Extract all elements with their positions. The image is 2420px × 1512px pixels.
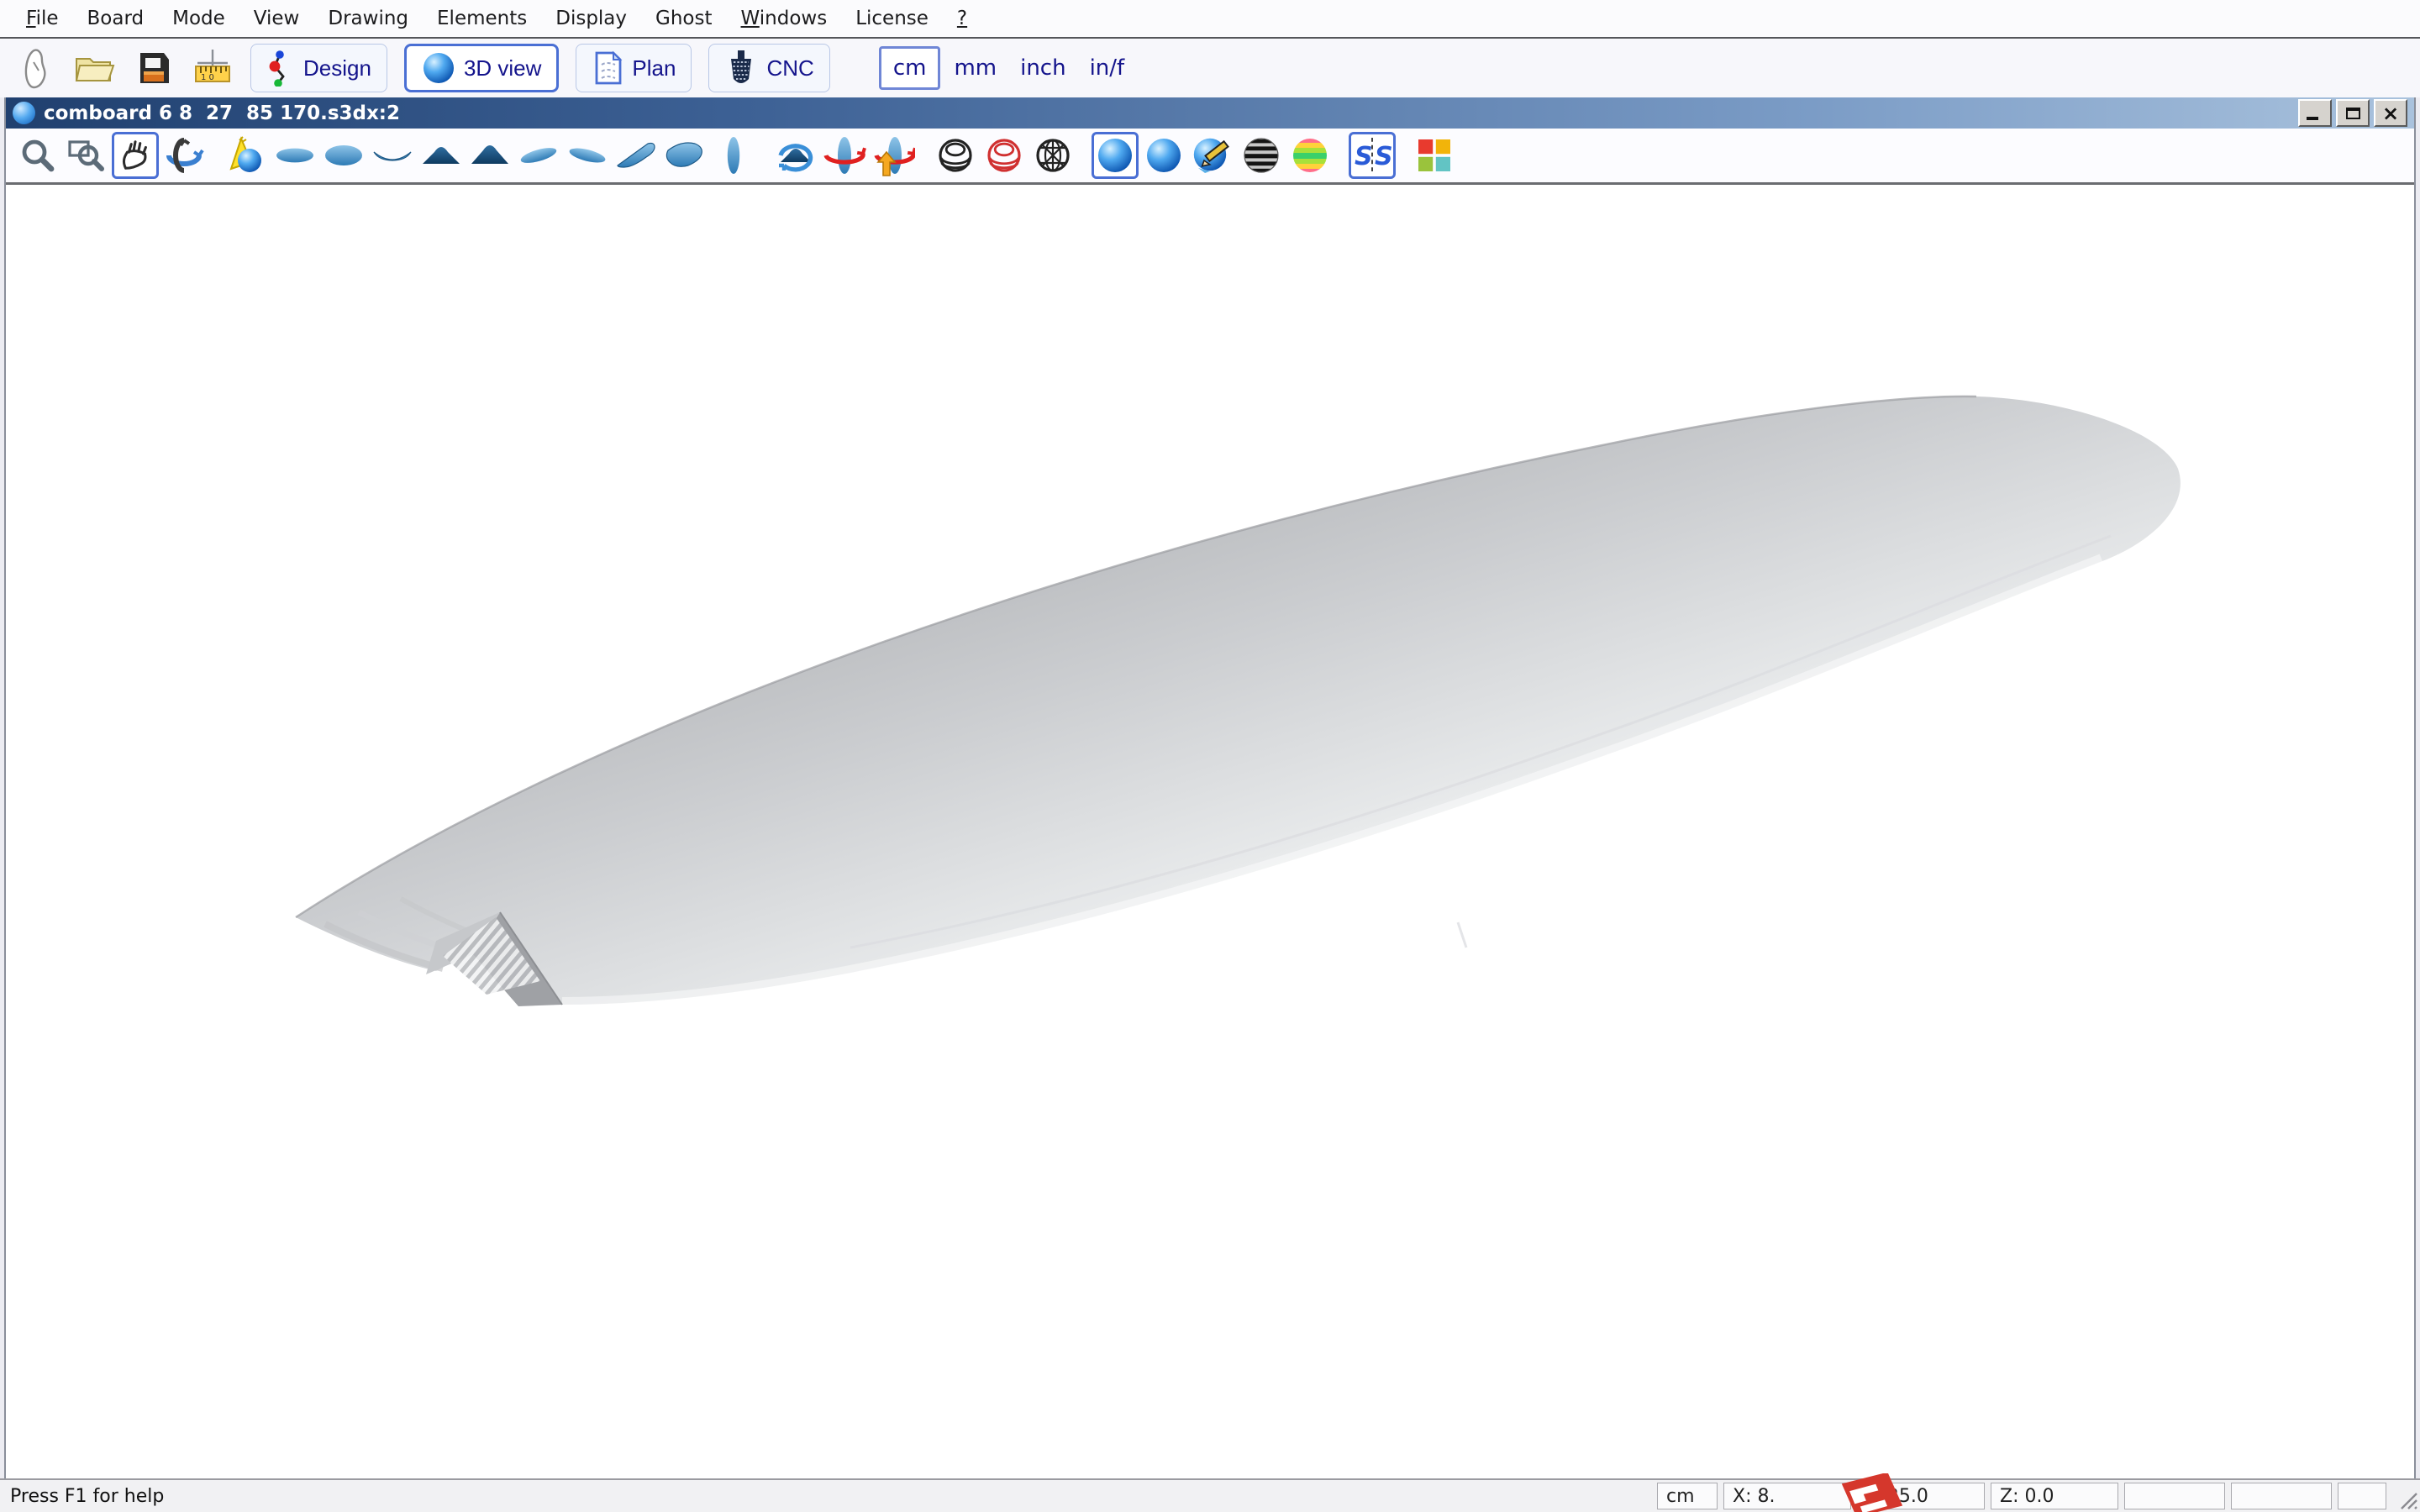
3d-canvas[interactable] [6,185,2414,1478]
zoom-icon[interactable] [14,132,61,179]
design-mode-button[interactable]: Design [250,44,387,92]
main-toolbar: 1 0 Design 3D view Plan [0,39,2420,97]
status-empty-field-1 [2124,1483,2225,1509]
wireframe-sphere-red-icon[interactable] [981,132,1028,179]
document-window: comboard 6 8 27 85 170.s3dx:2 × [4,97,2416,1478]
zebra-sphere-icon[interactable] [1238,132,1285,179]
3d-view-mode-button[interactable]: 3D view [404,44,559,92]
pan-hand-icon[interactable] [112,132,159,179]
menu-license[interactable]: License [841,8,943,29]
plan-label: Plan [632,55,676,81]
curvature-sphere-icon[interactable] [1286,132,1334,179]
status-fields: cm X: 8. Y: 25.0 Z: 0.0 [1657,1483,2386,1509]
svg-text:S: S [1355,142,1373,171]
view-toolbar: SS [6,129,2414,185]
view-tilt-right-icon[interactable] [564,132,611,179]
rotate-3d-icon[interactable] [160,132,208,179]
mesh-sphere-icon[interactable] [1029,132,1076,179]
view-perspective-left-icon[interactable] [613,132,660,179]
render-smooth-icon[interactable] [1140,132,1187,179]
unit-cm[interactable]: cm [879,46,941,90]
sphere-icon [422,51,455,85]
menu-mode[interactable]: Mode [158,8,239,29]
document-sphere-icon [13,102,35,124]
view-back-icon[interactable] [466,132,513,179]
design-label: Design [303,55,371,81]
light-source-icon[interactable] [223,132,270,179]
render-solid-icon[interactable] [1092,132,1139,179]
open-folder-icon[interactable] [71,44,119,92]
close-button[interactable]: × [2374,99,2407,127]
3d-view-label: 3D view [464,55,541,81]
cnc-mode-button[interactable]: CNC [708,44,829,92]
board-hull [296,396,2181,1005]
view-top-icon[interactable] [271,132,318,179]
cnc-bit-icon [724,49,758,87]
surfboard-3d-render [6,185,2414,1477]
menu-help[interactable]: ? [943,8,981,29]
application-window: File Board Mode View Drawing Elements Di… [0,0,2420,1512]
zoom-window-icon[interactable] [63,132,110,179]
paint-sphere-icon[interactable] [1189,132,1236,179]
menu-ghost[interactable]: Ghost [641,8,726,29]
menu-elements[interactable]: Elements [423,8,541,29]
document-titlebar: comboard 6 8 27 85 170.s3dx:2 × [6,97,2414,129]
status-z-field: Z: 0.0 [1991,1483,2118,1509]
view-tilt-left-icon[interactable] [515,132,562,179]
menu-bar: File Board Mode View Drawing Elements Di… [0,0,2420,39]
flip-board-icon[interactable] [870,132,917,179]
status-empty-field-2 [2231,1483,2332,1509]
hand-pointer-icon[interactable] [12,44,60,92]
unit-selector: cm mm inch in/f [879,46,1134,90]
status-x-field: X: 8. [1723,1483,1851,1509]
maximize-button[interactable] [2336,99,2370,127]
view-dish-icon[interactable] [369,132,416,179]
view-perspective-right-icon[interactable] [661,132,708,179]
plan-sheet-icon [592,50,623,87]
design-nodes-icon [266,50,295,87]
menu-windows[interactable]: Windows [727,8,842,29]
view-bottom-icon[interactable] [320,132,367,179]
minimize-button[interactable] [2298,99,2332,127]
menu-board[interactable]: Board [73,8,159,29]
menu-file[interactable]: File [12,8,73,29]
status-empty-field-3 [2338,1483,2386,1509]
rotate-view-icon[interactable] [772,132,819,179]
resize-grip[interactable] [2396,1488,2418,1510]
unit-mm[interactable]: mm [944,49,1007,87]
menu-drawing[interactable]: Drawing [313,8,423,29]
menu-display[interactable]: Display [541,8,641,29]
plan-mode-button[interactable]: Plan [576,44,692,92]
view-front-icon[interactable] [418,132,465,179]
menu-view[interactable]: View [239,8,314,29]
status-bar: Press F1 for help cm X: 8. Y: 25.0 Z: 0.… [0,1478,2420,1512]
unit-inf[interactable]: in/f [1080,49,1135,87]
svg-text:S: S [1375,142,1392,171]
red-cube-logo-icon [1833,1473,1906,1512]
symmetry-icon[interactable]: SS [1349,132,1396,179]
svg-text:1 0: 1 0 [201,73,214,82]
cnc-label: CNC [766,55,813,81]
unit-inch[interactable]: inch [1010,49,1076,87]
status-unit-field: cm [1657,1483,1718,1509]
wireframe-sphere-icon[interactable] [932,132,979,179]
document-title: comboard 6 8 27 85 170.s3dx:2 [44,102,2298,124]
dimensions-icon[interactable]: 1 0 [188,44,237,92]
view-side-icon[interactable] [710,132,757,179]
spin-axis-icon[interactable] [821,132,868,179]
save-icon[interactable] [129,44,178,92]
status-help-text: Press F1 for help [5,1486,1657,1507]
color-panels-icon[interactable] [1411,132,1458,179]
